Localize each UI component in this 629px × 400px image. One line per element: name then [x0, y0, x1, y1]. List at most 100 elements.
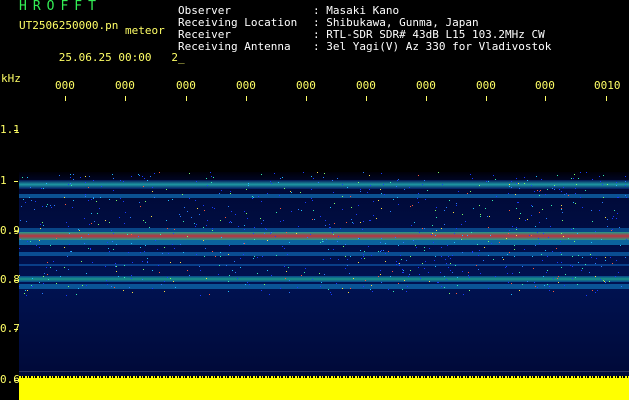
noise-dot	[419, 232, 420, 233]
noise-dot	[221, 237, 222, 238]
noise-dot	[267, 240, 268, 241]
noise-dot	[603, 175, 604, 176]
noise-dot	[138, 174, 139, 175]
noise-dot	[152, 288, 153, 289]
noise-dot	[89, 224, 90, 225]
noise-dot	[453, 212, 454, 213]
noise-dot	[488, 255, 489, 256]
noise-dot	[398, 245, 399, 246]
noise-dot	[78, 229, 79, 230]
noise-dot	[425, 261, 426, 262]
noise-dot	[320, 216, 321, 217]
noise-dot	[561, 267, 562, 268]
noise-dot	[499, 242, 500, 243]
noise-dot	[291, 211, 292, 212]
noise-dot	[509, 186, 510, 187]
noise-dot	[625, 185, 626, 186]
noise-dot	[552, 188, 553, 189]
noise-dot	[274, 173, 275, 174]
x-tick-label: 000	[55, 79, 75, 92]
noise-dot	[237, 278, 238, 279]
noise-dot	[360, 250, 361, 251]
noise-dot	[563, 236, 564, 237]
noise-dot	[68, 286, 69, 287]
noise-dot	[398, 179, 399, 180]
noise-dot	[113, 190, 114, 191]
noise-dot	[461, 239, 462, 240]
noise-dot	[81, 261, 82, 262]
noise-dot	[258, 196, 259, 197]
noise-dot	[119, 217, 120, 218]
noise-dot	[616, 260, 617, 261]
noise-dot	[582, 257, 583, 258]
noise-dot	[441, 286, 442, 287]
noise-dot	[468, 275, 469, 276]
noise-dot	[479, 185, 480, 186]
noise-dot	[312, 279, 313, 280]
spectrogram-plot	[19, 102, 629, 400]
noise-dot	[142, 261, 143, 262]
noise-dot	[531, 235, 532, 236]
noise-dot	[431, 234, 432, 235]
x-tick-label: 000	[296, 79, 316, 92]
noise-dot	[435, 256, 436, 257]
noise-dot	[519, 272, 520, 273]
noise-dot	[25, 202, 26, 203]
noise-dot	[441, 228, 442, 229]
noise-dot	[143, 186, 144, 187]
noise-dot	[43, 276, 44, 277]
meteor-label: meteor	[125, 24, 165, 37]
noise-dot	[245, 284, 246, 285]
noise-dot	[88, 187, 89, 188]
noise-dot	[570, 265, 571, 266]
noise-dot	[35, 201, 36, 202]
x-tick-label: 000	[115, 79, 135, 92]
noise-dot	[314, 219, 315, 220]
noise-dot	[505, 267, 506, 268]
noise-dot	[108, 248, 109, 249]
noise-dot	[488, 181, 489, 182]
noise-dot	[69, 233, 70, 234]
noise-dot	[578, 178, 579, 179]
noise-dot	[289, 292, 290, 293]
noise-dot	[543, 276, 544, 277]
noise-dot	[438, 172, 439, 173]
noise-dot	[398, 204, 399, 205]
noise-dot	[600, 279, 601, 280]
noise-dot	[401, 259, 402, 260]
noise-dot	[199, 214, 200, 215]
file-name: UT2506250000.pn	[19, 19, 119, 32]
brand-title: HROFFT	[19, 0, 102, 14]
signal-band	[19, 240, 629, 245]
noise-dot	[228, 291, 229, 292]
x-tick	[366, 96, 367, 101]
noise-dot	[535, 245, 536, 246]
noise-dot	[573, 202, 574, 203]
noise-dot	[73, 200, 74, 201]
noise-dot	[465, 221, 466, 222]
noise-dot	[511, 294, 512, 295]
noise-dot	[226, 265, 227, 266]
noise-dot	[380, 189, 381, 190]
noise-dot	[253, 258, 254, 259]
noise-dot	[618, 197, 619, 198]
noise-dot	[212, 228, 213, 229]
noise-dot	[194, 223, 195, 224]
noise-dot	[586, 295, 587, 296]
noise-dot	[601, 239, 602, 240]
noise-dot	[519, 188, 520, 189]
noise-dot	[187, 211, 188, 212]
noise-dot	[546, 272, 547, 273]
noise-dot	[532, 206, 533, 207]
noise-dot	[444, 224, 445, 225]
noise-dot	[470, 174, 471, 175]
noise-dot	[509, 230, 510, 231]
noise-dot	[109, 222, 110, 223]
noise-dot	[270, 181, 271, 182]
noise-dot	[200, 270, 201, 271]
noise-dot	[398, 283, 399, 284]
noise-dot	[228, 254, 229, 255]
noise-dot	[418, 175, 419, 176]
noise-dot	[85, 196, 86, 197]
noise-dot	[143, 269, 144, 270]
